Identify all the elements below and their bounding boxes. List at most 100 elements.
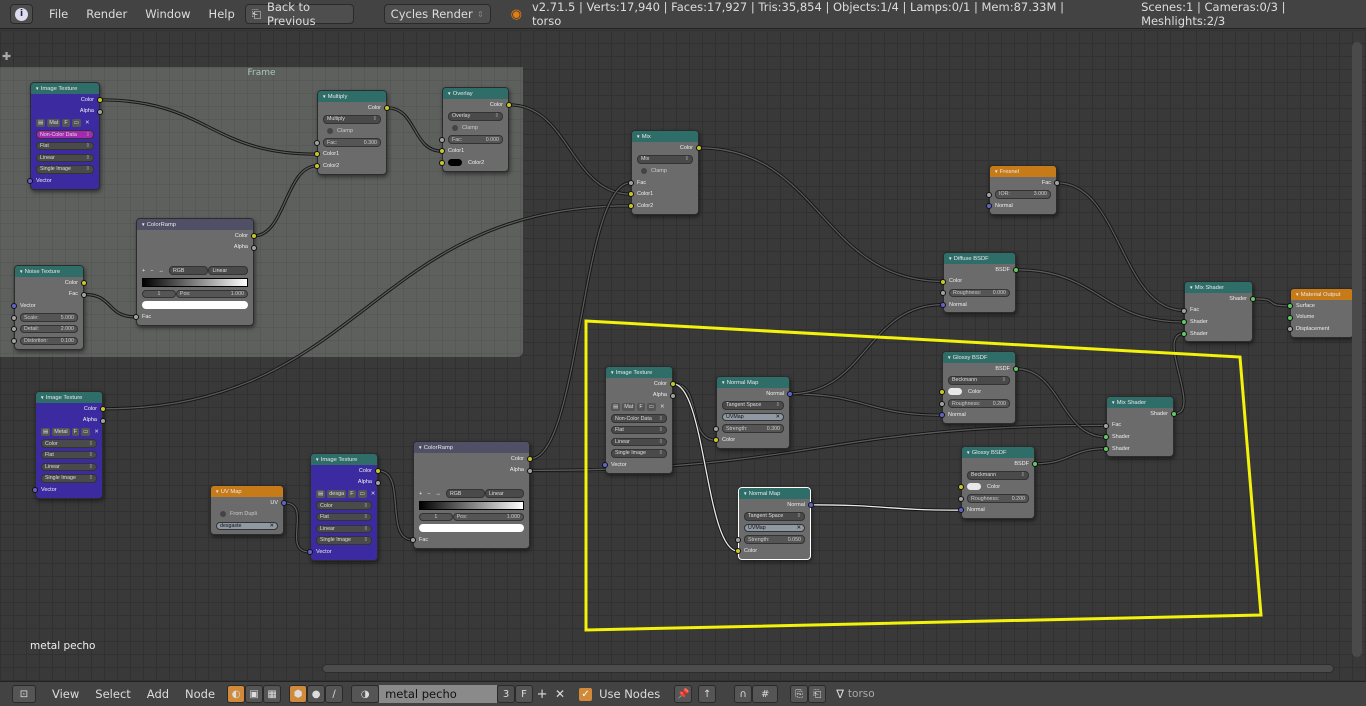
node-header[interactable]: ▼ Overlay [443, 88, 508, 99]
float-socket[interactable] [314, 139, 320, 146]
float-socket[interactable] [628, 179, 634, 186]
pin-icon[interactable]: 📌 [674, 685, 693, 703]
paste-nodes-icon[interactable]: ⎗ [808, 685, 827, 703]
dropdown[interactable]: Linear ⇕ [36, 153, 94, 163]
node-header[interactable]: ▼ UV Map [211, 486, 283, 497]
dropdown[interactable]: Tangent Space ⇕ [744, 512, 805, 521]
world-icon[interactable]: ● [307, 685, 326, 703]
dropdown[interactable]: Beckmann ⇕ [967, 471, 1029, 480]
float-socket[interactable] [1181, 307, 1187, 314]
clear-icon[interactable]: ✕ [270, 523, 274, 529]
node-header[interactable]: ▼ Mix Shader [1107, 397, 1173, 408]
object-icon[interactable]: ⬢ [289, 685, 308, 703]
unlink-icon[interactable]: ✕ [658, 403, 667, 411]
texture-nodes-icon[interactable]: ▦ [263, 685, 282, 703]
node-header[interactable]: ▼ Material Output [1291, 289, 1353, 300]
image-selector[interactable]: ▤ Metal F ▭ ✕ [41, 427, 101, 436]
vector-socket[interactable] [602, 462, 608, 469]
node-glossy-bsdf[interactable]: ▼ Glossy BSDF BSDF Beckmann ⇕ Color Roughness… [958, 446, 1038, 519]
color-ramp-gradient[interactable] [142, 277, 248, 287]
color-socket[interactable] [100, 406, 106, 412]
dropdown[interactable]: Single Image ⇕ [36, 165, 94, 174]
material-users-count[interactable]: 3 [497, 685, 516, 703]
editor-type-button[interactable]: ⊡ [12, 685, 36, 703]
float-socket[interactable] [11, 326, 17, 333]
dropdown[interactable]: Single Image ⇕ [316, 536, 372, 545]
dropdown[interactable]: Single Image ⇕ [41, 474, 97, 483]
shader-socket[interactable] [1103, 434, 1109, 441]
number-field[interactable]: Scale: 5.000 [20, 313, 78, 322]
dropdown[interactable]: Flat ⇕ [611, 425, 667, 435]
node-header[interactable]: ▼ Diffuse BSDF [944, 253, 1015, 264]
float-socket[interactable] [251, 244, 257, 251]
vector-socket[interactable] [939, 412, 945, 419]
node-colorramp[interactable]: ▼ ColorRamp Color Alpha + − ↔ RGB Linear 1 Pos: 1.… [133, 218, 257, 326]
float-socket[interactable] [939, 400, 945, 407]
snap-element-icon[interactable]: # [752, 685, 779, 703]
clear-icon[interactable]: ✕ [797, 525, 801, 531]
float-socket[interactable] [97, 108, 103, 115]
editor-type-button[interactable]: i [10, 4, 33, 24]
node-overlay[interactable]: ▼ Overlay Color Overlay ⇕ Clamp Fac: 0.000 Colo… [439, 87, 512, 172]
line-style-icon[interactable]: ∕ [325, 685, 344, 703]
vector-socket[interactable] [11, 303, 17, 310]
shader-nodes-icon[interactable]: ◐ [227, 685, 246, 703]
color-socket[interactable] [670, 381, 676, 387]
vector-socket[interactable] [787, 391, 793, 397]
uv-map-field[interactable]: desgaste ✕ [216, 521, 278, 531]
dropdown[interactable]: Non-Color Data ⇕ [36, 130, 94, 139]
use-nodes-checkbox[interactable]: ✓ Use Nodes [579, 687, 660, 701]
float-socket[interactable] [1287, 326, 1293, 333]
image-selector[interactable]: ▤ Mat F ▭ ✕ [611, 402, 667, 411]
shader-socket[interactable] [1013, 366, 1019, 372]
float-socket[interactable] [670, 392, 676, 399]
node-normal-map[interactable]: ▼ Normal Map Normal Tangent Space ⇕ UVMap ✕ St… [735, 487, 814, 560]
node-material-output[interactable]: ▼ Material Output Surface Volume Displaceme… [1287, 288, 1354, 338]
number-field[interactable]: Fac: 0.000 [448, 135, 503, 144]
image-selector[interactable]: ▤ desga F ▭ ✕ [316, 489, 378, 498]
color-swatch[interactable] [948, 388, 962, 396]
node-glossy-bsdf[interactable]: ▼ Glossy BSDF BSDF Beckmann ⇕ Color Roughness… [939, 351, 1019, 424]
color-socket[interactable] [384, 105, 390, 111]
image-name[interactable]: Metal [52, 427, 70, 436]
menu-node[interactable]: Node [185, 687, 215, 701]
node-colorramp[interactable]: ▼ ColorRamp Color Alpha + − ↔ RGB Linear 1 Pos: 1.… [410, 441, 533, 549]
copy-nodes-icon[interactable]: ⎘ [790, 685, 809, 703]
node-header[interactable]: ▼ Normal Map [717, 377, 789, 388]
node-header[interactable]: ▼ Mix [632, 131, 698, 142]
color-mode-dropdown[interactable]: RGB [445, 489, 485, 498]
shader-socket[interactable] [1171, 411, 1177, 417]
shader-socket[interactable] [1013, 267, 1019, 273]
dropdown[interactable]: Color ⇕ [316, 501, 372, 510]
node-mix-shader[interactable]: ▼ Mix Shader Shader Fac Shader Shader [1181, 281, 1256, 343]
unlink-icon[interactable]: ✕ [369, 490, 378, 498]
node-editor[interactable]: Frame ▼ Image Texture Color Alpha ▤ Mat F ▭ ✕ No… [0, 30, 1366, 681]
uv-map-field[interactable]: UVMap ✕ [744, 523, 805, 533]
node-header[interactable]: ▼ Normal Map [739, 488, 810, 499]
node-normal-map[interactable]: ▼ Normal Map Normal Tangent Space ⇕ UVMap ✕ St… [713, 376, 793, 449]
node-fresnel[interactable]: ▼ Fresnel Fac IOR: 3.000 Normal [986, 165, 1060, 215]
dropdown[interactable]: Linear ⇕ [41, 462, 97, 472]
float-socket[interactable] [1103, 422, 1109, 429]
number-field[interactable]: Distortion: 0.100 [20, 336, 78, 346]
unlink-icon[interactable]: ✕ [83, 119, 92, 127]
float-socket[interactable] [100, 417, 106, 424]
add-stop-icon[interactable]: + [419, 491, 422, 497]
node-multiply[interactable]: ▼ Multiply Color Multiply ⇕ Clamp Fac: 0.300 Co… [314, 90, 390, 175]
menu-add[interactable]: Add [147, 687, 169, 701]
open-file-icon[interactable]: ▭ [81, 427, 91, 436]
node-mix-shader[interactable]: ▼ Mix Shader Shader Fac Shader Shader [1103, 396, 1177, 458]
color-mode-dropdown[interactable]: RGB [168, 266, 209, 275]
fake-user-icon[interactable]: F [637, 402, 645, 411]
fake-user-button[interactable]: F [515, 685, 534, 703]
float-socket[interactable] [11, 337, 17, 344]
dropdown[interactable]: Tangent Space ⇕ [722, 401, 784, 410]
color-socket[interactable] [527, 456, 533, 462]
node-diffuse-bsdf[interactable]: ▼ Diffuse BSDF BSDF Color Roughness: 0.000 No… [940, 252, 1019, 314]
float-socket[interactable] [735, 536, 741, 543]
node-header[interactable]: ▼ Fresnel [990, 166, 1056, 177]
number-field[interactable]: Roughness: 0.200 [967, 494, 1029, 503]
shader-socket[interactable] [1287, 314, 1293, 321]
checkbox[interactable] [452, 124, 458, 131]
color-socket[interactable] [696, 145, 702, 151]
